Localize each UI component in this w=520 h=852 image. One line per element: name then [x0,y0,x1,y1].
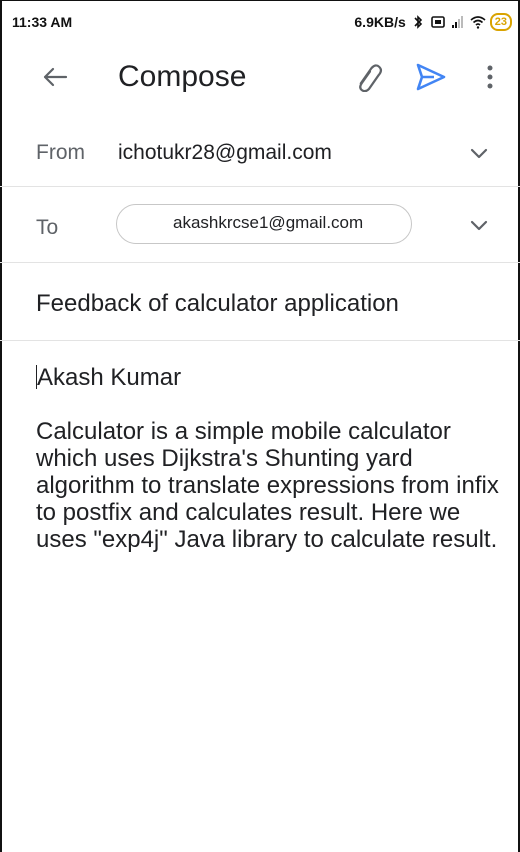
cell-signal-icon [451,16,463,28]
to-row: To akashkrcse1@gmail.com [0,204,520,248]
greeting-text: Akash Kumar [37,364,182,391]
more-vert-icon[interactable] [480,60,500,94]
recipient-chip[interactable]: akashkrcse1@gmail.com [116,204,412,244]
chevron-down-icon[interactable] [470,148,488,160]
sim-icon [430,16,445,28]
back-arrow-icon[interactable] [40,62,70,92]
body-greeting: Akash Kumar [36,364,506,391]
divider [0,340,520,341]
divider [0,186,520,187]
subject-field[interactable]: Feedback of calculator application [36,290,399,318]
subject-row[interactable]: Feedback of calculator application [0,272,520,338]
status-icons: 6.9KB/s 23 [354,12,512,32]
body-field[interactable]: Akash Kumar Calculator is a simple mobil… [36,364,506,553]
to-label: To [36,216,59,239]
recipient-email: akashkrcse1@gmail.com [173,213,364,232]
battery-indicator: 23 [489,13,512,31]
send-icon[interactable] [414,60,448,94]
status-bar: 11:33 AM 6.9KB/s 23 [0,0,520,46]
bluetooth-icon [414,15,422,29]
chevron-down-icon[interactable] [470,220,488,232]
body-paragraph: Calculator is a simple mobile calculator… [36,418,499,553]
from-label: From [36,141,85,164]
from-account[interactable]: ichotukr28@gmail.com [118,141,332,165]
status-time: 11:33 AM [12,14,73,30]
network-speed: 6.9KB/s [354,14,406,30]
from-row: From ichotukr28@gmail.com [0,124,520,184]
app-bar: Compose [0,46,520,108]
divider [0,262,520,263]
page-title: Compose [118,60,247,93]
attach-icon[interactable] [352,62,384,92]
wifi-icon [470,16,486,29]
